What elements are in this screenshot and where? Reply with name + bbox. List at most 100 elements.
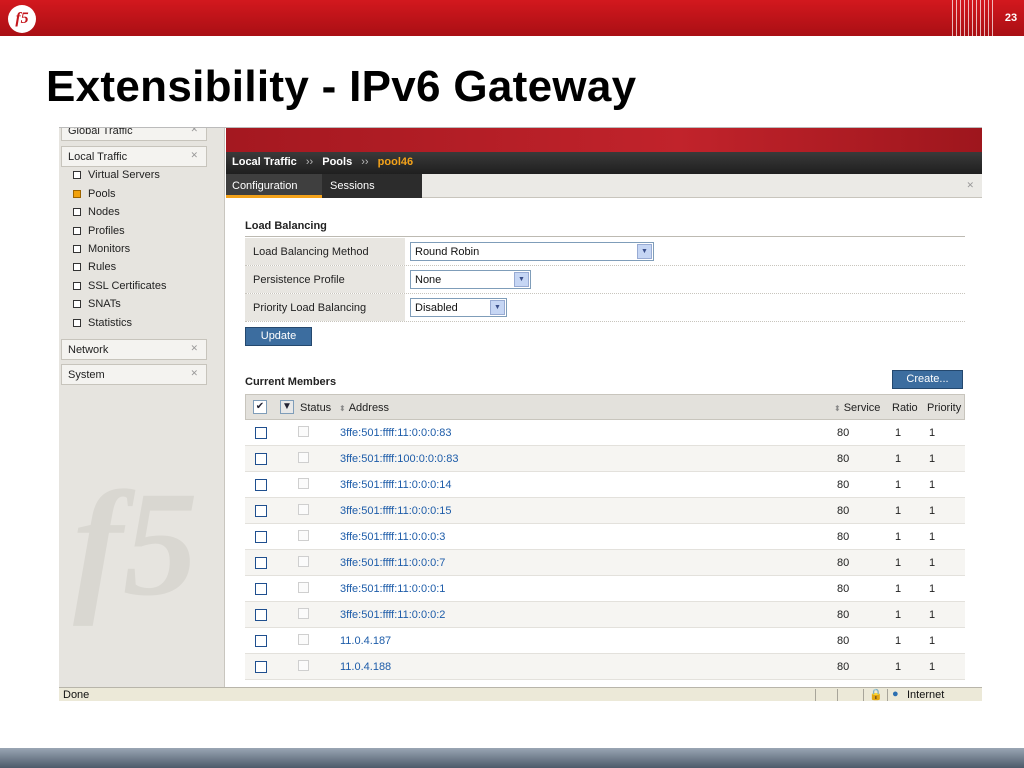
member-service: 80	[837, 505, 850, 517]
row-checkbox[interactable]	[255, 453, 267, 465]
member-service: 80	[837, 635, 850, 647]
column-header-address[interactable]: ⬍ Address	[339, 402, 389, 414]
member-address-link[interactable]: 3ffe:501:ffff:11:0:0:0:14	[340, 479, 452, 491]
pin-icon[interactable]: ✕	[190, 128, 198, 135]
sidebar-item-snats[interactable]: SNATs	[73, 295, 121, 313]
divider	[245, 236, 965, 237]
column-header-priority[interactable]: Priority	[927, 402, 961, 414]
member-address-link[interactable]: 3ffe:501:ffff:100:0:0:0:83	[340, 453, 458, 465]
member-priority: 1	[929, 427, 936, 439]
member-service: 80	[837, 453, 850, 465]
form-row-persistence: Persistence Profile None ▼	[245, 266, 965, 294]
create-button[interactable]: Create...	[892, 370, 963, 389]
sort-icon: ⬍	[834, 404, 841, 413]
table-row: 3ffe:501:ffff:11:0:0:0:7 80 1 1	[245, 550, 965, 576]
bullet-icon	[73, 319, 81, 327]
status-divider	[887, 689, 888, 701]
status-divider	[815, 689, 816, 701]
pin-icon[interactable]: ✕	[966, 180, 974, 191]
pin-icon[interactable]: ✕	[190, 343, 198, 354]
member-address-link[interactable]: 3ffe:501:ffff:11:0:0:0:3	[340, 531, 445, 543]
member-ratio: 1	[895, 479, 902, 491]
update-button[interactable]: Update	[245, 327, 312, 346]
member-address-link[interactable]: 3ffe:501:ffff:11:0:0:0:7	[340, 557, 445, 569]
chevron-down-icon[interactable]: ▼	[280, 400, 294, 414]
chevron-down-icon[interactable]: ▼	[514, 272, 529, 287]
breadcrumb-current: pool46	[377, 156, 414, 168]
column-header-ratio[interactable]: Ratio	[892, 402, 918, 414]
sidebar-item-virtual-servers[interactable]: Virtual Servers	[73, 166, 160, 184]
member-address-link[interactable]: 3ffe:501:ffff:11:0:0:0:83	[340, 427, 452, 439]
tab-configuration[interactable]: Configuration	[226, 174, 322, 198]
row-checkbox[interactable]	[255, 427, 267, 439]
sidebar-item-rules[interactable]: Rules	[73, 258, 116, 276]
sidebar-item-label: Profiles	[88, 225, 125, 237]
sidebar-item-monitors[interactable]: Monitors	[73, 240, 130, 258]
tab-bar: Configuration Sessions ✕	[226, 174, 982, 198]
sidebar-section-network[interactable]: Network ✕	[61, 339, 207, 360]
breadcrumb-item-local-traffic[interactable]: Local Traffic	[232, 156, 297, 168]
select-value: Disabled	[415, 302, 458, 314]
bullet-icon	[73, 282, 81, 290]
table-row: 3ffe:501:ffff:11:0:0:0:83 80 1 1	[245, 420, 965, 446]
row-checkbox[interactable]	[255, 479, 267, 491]
row-checkbox[interactable]	[255, 609, 267, 621]
pin-icon[interactable]: ✕	[190, 368, 198, 379]
sidebar-section-label: Global Traffic	[68, 127, 133, 137]
lb-method-select[interactable]: Round Robin ▼	[410, 242, 654, 261]
row-checkbox[interactable]	[255, 635, 267, 647]
breadcrumb-item-pools[interactable]: Pools	[322, 156, 352, 168]
sidebar-item-ssl-certificates[interactable]: SSL Certificates	[73, 277, 166, 295]
f5-logo: f5	[8, 5, 36, 33]
member-ratio: 1	[895, 661, 902, 673]
browser-status-bar: Done 🔒 ● Internet	[59, 687, 982, 701]
priority-lb-select[interactable]: Disabled ▼	[410, 298, 507, 317]
member-address-link[interactable]: 3ffe:501:ffff:11:0:0:0:1	[340, 583, 445, 595]
breadcrumb-separator: ››	[305, 156, 314, 168]
row-checkbox[interactable]	[255, 557, 267, 569]
slide-footer-bar	[0, 748, 1024, 768]
member-address-link[interactable]: 11.0.4.188	[340, 661, 391, 673]
sidebar-item-profiles[interactable]: Profiles	[73, 222, 125, 240]
row-checkbox[interactable]	[255, 583, 267, 595]
member-ratio: 1	[895, 427, 902, 439]
table-row: 3ffe:501:ffff:100:0:0:0:83 80 1 1	[245, 446, 965, 472]
select-value: Round Robin	[415, 246, 480, 258]
row-checkbox[interactable]	[255, 505, 267, 517]
status-icon	[298, 608, 309, 619]
tab-sessions[interactable]: Sessions	[322, 174, 422, 198]
field-label: Load Balancing Method	[245, 238, 405, 265]
persistence-profile-select[interactable]: None ▼	[410, 270, 531, 289]
bullet-icon	[73, 171, 81, 179]
member-service: 80	[837, 479, 850, 491]
sidebar-section-label: System	[68, 369, 105, 381]
column-header-status[interactable]: Status	[300, 402, 331, 414]
member-address-link[interactable]: 3ffe:501:ffff:11:0:0:0:15	[340, 505, 452, 517]
status-icon	[298, 452, 309, 463]
sidebar-item-statistics[interactable]: Statistics	[73, 314, 132, 332]
chevron-down-icon[interactable]: ▼	[637, 244, 652, 259]
column-header-service[interactable]: ⬍ Service	[834, 402, 880, 414]
sidebar-item-pools[interactable]: Pools	[73, 185, 116, 203]
member-address-link[interactable]: 11.0.4.187	[340, 635, 391, 647]
sidebar-section-local-traffic[interactable]: Local Traffic ✕	[61, 146, 207, 167]
select-all-checkbox[interactable]: ✔	[253, 400, 267, 414]
sidebar-item-label: Statistics	[88, 317, 133, 329]
sidebar-item-nodes[interactable]: Nodes	[73, 203, 120, 221]
row-checkbox[interactable]	[255, 531, 267, 543]
member-ratio: 1	[895, 453, 902, 465]
sidebar-section-global-traffic[interactable]: Global Traffic ✕	[61, 127, 207, 141]
field-label: Priority Load Balancing	[245, 294, 405, 321]
status-icon	[298, 478, 309, 489]
member-address-link[interactable]: 3ffe:501:ffff:11:0:0:0:2	[340, 609, 445, 621]
chevron-down-icon[interactable]: ▼	[490, 300, 505, 315]
sidebar-section-system[interactable]: System ✕	[61, 364, 207, 385]
member-service: 80	[837, 609, 850, 621]
sidebar-item-label: Rules	[88, 261, 117, 273]
row-checkbox[interactable]	[255, 661, 267, 673]
pin-icon[interactable]: ✕	[190, 150, 198, 161]
member-ratio: 1	[895, 531, 902, 543]
member-priority: 1	[929, 609, 936, 621]
breadcrumb: Local Traffic ›› Pools ›› pool46	[226, 152, 982, 174]
table-header: ✔ ▼ Status ⬍ Address ⬍ Service Ratio Prior…	[245, 394, 965, 420]
